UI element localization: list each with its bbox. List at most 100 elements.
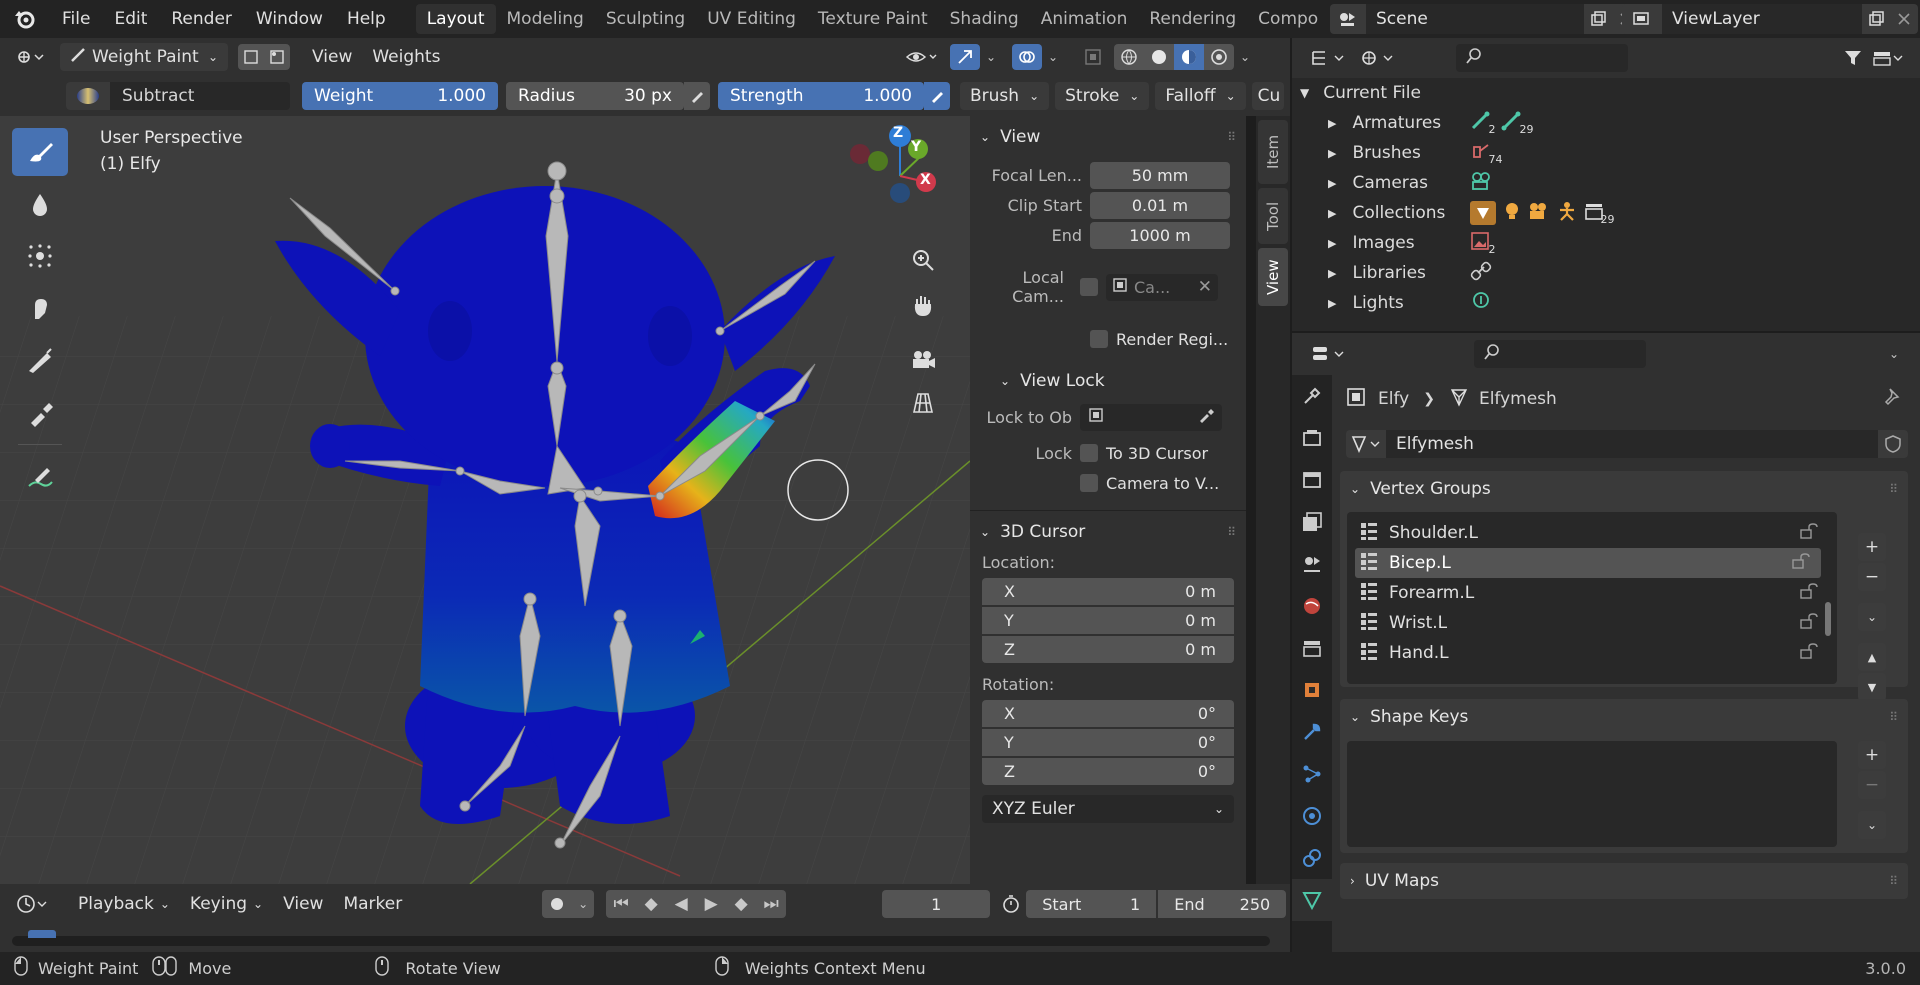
- vertex-group-row[interactable]: Wrist.L: [1347, 608, 1837, 638]
- properties-editor-type-icon[interactable]: [1302, 339, 1356, 369]
- stopwatch-icon[interactable]: [996, 890, 1026, 918]
- scene-icon[interactable]: [1330, 4, 1366, 34]
- display-mode-icon[interactable]: [1354, 43, 1402, 73]
- prev-keyframe-icon[interactable]: ◆: [636, 890, 666, 918]
- material-shading-icon[interactable]: [1174, 44, 1204, 70]
- new-viewlayer-icon[interactable]: [1862, 4, 1890, 34]
- tab-modeling[interactable]: Modeling: [496, 4, 595, 34]
- drag-handle-icon[interactable]: ⠿: [1889, 874, 1898, 888]
- remove-vertex-group-button[interactable]: −: [1858, 563, 1886, 591]
- pan-hand-icon[interactable]: [904, 286, 942, 324]
- list-scrollbar[interactable]: [1825, 602, 1831, 636]
- overlays-toggle-icon[interactable]: [1012, 44, 1042, 70]
- radius-pressure-icon[interactable]: [684, 82, 710, 110]
- menu-help[interactable]: Help: [335, 0, 398, 38]
- scene-name-field[interactable]: Scene: [1366, 4, 1584, 34]
- smear-tool[interactable]: [12, 284, 68, 332]
- collection-tab-icon[interactable]: [1292, 627, 1332, 669]
- xray-toggle-icon[interactable]: [1078, 44, 1108, 70]
- annotate-tool[interactable]: [12, 453, 68, 501]
- viewlayer-name-field[interactable]: ViewLayer: [1662, 4, 1862, 34]
- strength-slider[interactable]: Strength 1.000: [718, 82, 924, 110]
- gizmo-dropdown-icon[interactable]: ⌄: [980, 44, 1002, 70]
- face-mask-icon[interactable]: [238, 44, 264, 70]
- tree-item-images[interactable]: ▶ Images 2: [1292, 228, 1920, 258]
- location-y-field[interactable]: Y 0 m: [982, 607, 1234, 634]
- menu-file[interactable]: File: [50, 0, 102, 38]
- zoom-icon[interactable]: [904, 241, 942, 279]
- tab-view[interactable]: View: [1258, 248, 1288, 306]
- world-tab-icon[interactable]: [1292, 585, 1332, 627]
- vertex-group-row-selected[interactable]: Bicep.L: [1355, 548, 1821, 578]
- remove-shape-key-button[interactable]: −: [1858, 771, 1886, 799]
- tab-shading[interactable]: Shading: [939, 4, 1030, 34]
- vertex-group-row[interactable]: Forearm.L: [1347, 578, 1837, 608]
- mesh-browse-icon[interactable]: [1346, 430, 1386, 458]
- end-frame-field[interactable]: End 250: [1158, 890, 1287, 918]
- properties-options-icon[interactable]: ⌄: [1880, 340, 1908, 368]
- vertex-groups-header[interactable]: ⌄ Vertex Groups ⠿: [1340, 471, 1908, 507]
- start-frame-field[interactable]: Start 1: [1026, 890, 1157, 918]
- play-icon[interactable]: ▶: [696, 890, 726, 918]
- menu-render[interactable]: Render: [159, 0, 244, 38]
- perspective-toggle-icon[interactable]: [904, 384, 942, 422]
- drag-handle-icon[interactable]: ⠿: [1889, 710, 1898, 724]
- shape-keys-header[interactable]: ⌄ Shape Keys ⠿: [1340, 699, 1908, 735]
- menu-edit[interactable]: Edit: [102, 0, 159, 38]
- timeline-editor-type-icon[interactable]: [6, 889, 60, 919]
- to-3d-cursor-checkbox[interactable]: [1080, 444, 1098, 462]
- vertex-group-row[interactable]: Shoulder.L: [1347, 518, 1837, 548]
- vertex-group-specials-button[interactable]: ⌄: [1858, 603, 1886, 631]
- physics-tab-icon[interactable]: [1292, 795, 1332, 837]
- blend-mode-dropdown[interactable]: Subtract: [66, 82, 290, 110]
- tree-item-cameras[interactable]: ▶ Cameras: [1292, 168, 1920, 198]
- shape-key-specials-button[interactable]: ⌄: [1858, 811, 1886, 839]
- wireframe-shading-icon[interactable]: [1114, 44, 1144, 70]
- tool-tab-icon[interactable]: [1292, 375, 1332, 417]
- object-tab-icon[interactable]: [1292, 669, 1332, 711]
- tree-root[interactable]: ▼ Current File: [1292, 78, 1920, 108]
- weights-menu[interactable]: Weights: [362, 43, 450, 71]
- average-tool[interactable]: [12, 232, 68, 280]
- tab-tool[interactable]: Tool: [1258, 188, 1288, 244]
- outliner-editor-type-icon[interactable]: [1304, 43, 1354, 73]
- filter-icon[interactable]: [1838, 44, 1868, 72]
- location-z-field[interactable]: Z 0 m: [982, 636, 1234, 663]
- lock-open-icon[interactable]: [1799, 642, 1819, 664]
- view-layer-tab-icon[interactable]: [1292, 501, 1332, 543]
- tab-layout[interactable]: Layout: [415, 4, 496, 34]
- playback-menu[interactable]: Playback ⌄: [68, 890, 180, 918]
- record-icon[interactable]: [542, 890, 573, 918]
- tree-item-lights[interactable]: ▶ Lights: [1292, 288, 1920, 318]
- radius-slider[interactable]: Radius 30 px: [506, 82, 684, 110]
- jump-start-icon[interactable]: ⏮: [606, 890, 636, 918]
- overlays-dropdown-icon[interactable]: ⌄: [1042, 44, 1064, 70]
- tab-sculpting[interactable]: Sculpting: [595, 4, 696, 34]
- 3d-cursor-header[interactable]: ⌄ 3D Cursor ⠿: [970, 515, 1246, 549]
- rendered-shading-icon[interactable]: [1204, 44, 1234, 70]
- local-camera-field[interactable]: Ca... ✕: [1106, 273, 1218, 301]
- output-tab-icon[interactable]: [1292, 459, 1332, 501]
- particles-tab-icon[interactable]: [1292, 753, 1332, 795]
- strength-pressure-icon[interactable]: [924, 82, 950, 110]
- lock-open-icon[interactable]: [1791, 552, 1811, 574]
- fake-user-shield-icon[interactable]: [1878, 430, 1908, 458]
- drag-handle-icon[interactable]: ⠿: [1889, 482, 1898, 496]
- shape-key-list[interactable]: [1347, 741, 1837, 847]
- blur-tool[interactable]: [12, 180, 68, 228]
- clip-end-field[interactable]: 1000 m: [1090, 221, 1230, 249]
- constraints-tab-icon[interactable]: [1292, 837, 1332, 879]
- clear-x-icon[interactable]: ✕: [1198, 277, 1212, 297]
- drag-handle-icon[interactable]: ⠿: [1227, 525, 1236, 539]
- shading-dropdown-icon[interactable]: ⌄: [1234, 44, 1256, 70]
- jump-end-icon[interactable]: ⏭: [756, 890, 786, 918]
- next-keyframe-icon[interactable]: ◆: [726, 890, 756, 918]
- tree-item-brushes[interactable]: ▶ Brushes 74: [1292, 138, 1920, 168]
- mesh-name-field[interactable]: Elfymesh: [1386, 430, 1878, 458]
- weight-slider[interactable]: Weight 1.000: [302, 82, 498, 110]
- tree-item-collections[interactable]: ▶ Collections 29: [1292, 198, 1920, 228]
- stroke-dropdown[interactable]: Stroke ⌄: [1055, 82, 1150, 110]
- new-scene-icon[interactable]: [1584, 4, 1612, 34]
- move-up-button[interactable]: ▲: [1858, 643, 1886, 671]
- render-region-checkbox[interactable]: [1090, 330, 1108, 348]
